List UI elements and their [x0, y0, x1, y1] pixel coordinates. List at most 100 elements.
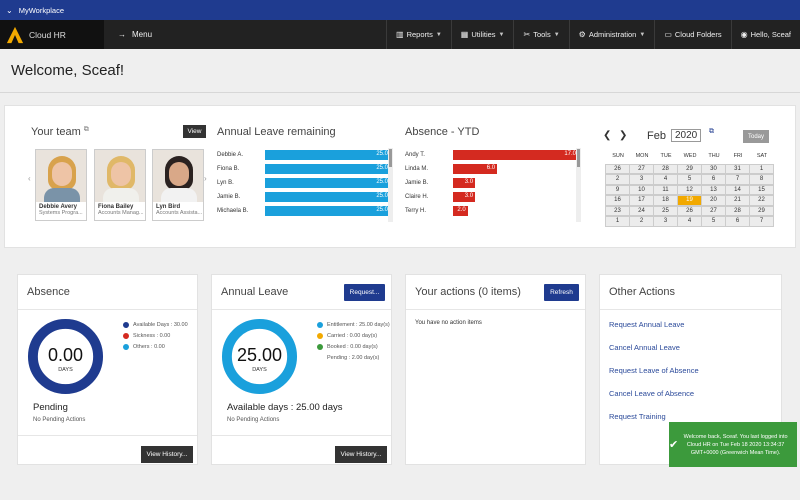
- legend-dot: [317, 355, 323, 361]
- chevron-down-icon[interactable]: ⌄: [6, 6, 13, 15]
- calendar-day[interactable]: 14: [725, 184, 750, 195]
- calendar-day[interactable]: 1: [749, 163, 774, 174]
- calendar-day[interactable]: 30: [701, 163, 726, 174]
- calendar-year-select[interactable]: 2020: [671, 129, 702, 142]
- calendar-day[interactable]: 13: [701, 184, 726, 195]
- calendar-day[interactable]: 1: [605, 216, 630, 227]
- calendar-day-today[interactable]: 19: [677, 195, 702, 206]
- calendar-day[interactable]: 4: [653, 174, 678, 185]
- team-member-card[interactable]: Lyn Bird Accounts Assista...: [152, 149, 204, 221]
- bar[interactable]: 25.0: [265, 150, 390, 160]
- calendar-day[interactable]: 9: [605, 184, 630, 195]
- nav-user[interactable]: ◉ Hello, Sceaf: [730, 20, 800, 49]
- team-member-card[interactable]: Debbie Avery Systems Progra...: [35, 149, 87, 221]
- calendar-day[interactable]: 6: [725, 216, 750, 227]
- calendar-day[interactable]: 17: [629, 195, 654, 206]
- bar[interactable]: 6.0: [453, 164, 498, 174]
- calendar-day[interactable]: 16: [605, 195, 630, 206]
- team-member-card[interactable]: Fiona Bailey Accounts Manag...: [94, 149, 146, 221]
- calendar-day[interactable]: 10: [629, 184, 654, 195]
- legend-dot: [123, 343, 129, 350]
- calendar-day[interactable]: 3: [653, 216, 678, 227]
- brand[interactable]: Cloud HR: [0, 20, 104, 49]
- chevron-down-icon: ▼: [498, 31, 505, 38]
- calendar-day[interactable]: 5: [701, 216, 726, 227]
- chevron-right-icon[interactable]: ❯: [619, 130, 627, 141]
- chevron-left-icon[interactable]: ❮: [603, 130, 611, 141]
- calendar-day[interactable]: 29: [677, 163, 702, 174]
- calendar-day[interactable]: 15: [749, 184, 774, 195]
- bar[interactable]: 2.0: [453, 206, 468, 216]
- member-role: Systems Progra...: [39, 210, 83, 216]
- chevron-left-icon[interactable]: ‹: [28, 174, 31, 183]
- external-link-icon[interactable]: ⧉: [84, 126, 89, 133]
- calendar-day[interactable]: 26: [677, 205, 702, 216]
- view-history-button[interactable]: View History...: [141, 446, 193, 463]
- nav-tools[interactable]: ✂ Tools ▼: [513, 20, 568, 49]
- calendar-day[interactable]: 31: [725, 163, 750, 174]
- calendar-day[interactable]: 27: [629, 163, 654, 174]
- bar[interactable]: 3.0: [453, 192, 476, 202]
- refresh-button[interactable]: Refresh: [544, 284, 579, 301]
- calendar-day[interactable]: 7: [725, 174, 750, 185]
- absence-bar-list: Andy T. 17.0 Linda M. 6.0 Jamie B. 3.0 Claire …: [405, 148, 577, 222]
- view-history-button[interactable]: View History...: [335, 446, 387, 463]
- cancel-leave-of-absence-link[interactable]: Cancel Leave of Absence: [609, 389, 694, 398]
- calendar-day[interactable]: 4: [677, 216, 702, 227]
- calendar-day[interactable]: 29: [749, 205, 774, 216]
- shoulders-shape: [161, 188, 197, 202]
- calendar-day[interactable]: 5: [677, 174, 702, 185]
- nav-administration[interactable]: ⚙ Administration ▼: [568, 20, 655, 49]
- calendar-day[interactable]: 28: [653, 163, 678, 174]
- nav-utilities[interactable]: ▦ Utilities ▼: [450, 20, 514, 49]
- bar[interactable]: 25.0: [265, 206, 390, 216]
- member-name: Lyn Bird: [156, 204, 181, 210]
- bar[interactable]: 3.0: [453, 178, 476, 188]
- calendar-day[interactable]: 7: [749, 216, 774, 227]
- menu-button[interactable]: → Menu: [104, 20, 152, 49]
- calendar-day[interactable]: 27: [701, 205, 726, 216]
- calendar-day[interactable]: 25: [653, 205, 678, 216]
- cancel-annual-leave-link[interactable]: Cancel Annual Leave: [609, 343, 680, 352]
- nav-reports[interactable]: ▥ Reports ▼: [386, 20, 451, 49]
- external-link-icon[interactable]: ⧉: [709, 128, 714, 136]
- calendar-day[interactable]: 18: [653, 195, 678, 206]
- calendar-weekday: SAT: [756, 153, 768, 159]
- nav-cloud-folders[interactable]: ▭ Cloud Folders: [654, 20, 730, 49]
- request-leave-of-absence-link[interactable]: Request Leave of Absence: [609, 366, 699, 375]
- calendar-day[interactable]: 23: [605, 205, 630, 216]
- request-button[interactable]: Request...: [344, 284, 385, 301]
- calendar-day[interactable]: 11: [653, 184, 678, 195]
- calendar-day[interactable]: 28: [725, 205, 750, 216]
- workplace-label[interactable]: MyWorkplace: [19, 6, 64, 15]
- empty-message: You have no action items: [415, 320, 482, 326]
- bar[interactable]: 25.0: [265, 178, 390, 188]
- calendar-day[interactable]: 2: [605, 174, 630, 185]
- today-button[interactable]: Today: [743, 130, 769, 143]
- calendar-day[interactable]: 8: [749, 174, 774, 185]
- bar[interactable]: 25.0: [265, 164, 390, 174]
- bar[interactable]: 25.0: [265, 192, 390, 202]
- view-team-button[interactable]: View: [183, 125, 206, 138]
- calendar-day[interactable]: 6: [701, 174, 726, 185]
- bar-row: Debbie A. 25.0: [217, 148, 392, 162]
- calendar-day[interactable]: 22: [749, 195, 774, 206]
- calendar-day[interactable]: 3: [629, 174, 654, 185]
- calendar-day[interactable]: 12: [677, 184, 702, 195]
- bar[interactable]: 17.0: [453, 150, 577, 160]
- calendar-weekday: THU: [708, 153, 720, 159]
- calendar-day[interactable]: 26: [605, 163, 630, 174]
- request-annual-leave-link[interactable]: Request Annual Leave: [609, 320, 684, 329]
- chevron-right-icon[interactable]: ›: [204, 174, 207, 183]
- request-training-link[interactable]: Request Training: [609, 412, 666, 421]
- calendar: ❮ ❯ Feb 2020 ⧉ Today SUN MON TUE WED THU FRI S…: [601, 126, 774, 227]
- legend-dot: [123, 321, 129, 328]
- scrollbar[interactable]: [388, 148, 393, 222]
- calendar-day[interactable]: 24: [629, 205, 654, 216]
- calendar-day[interactable]: 20: [701, 195, 726, 206]
- welcome-toast[interactable]: ✔ Welcome back, Sceaf. You last logged i…: [669, 422, 797, 467]
- divider: [18, 435, 197, 436]
- calendar-day[interactable]: 2: [629, 216, 654, 227]
- scrollbar[interactable]: [576, 148, 581, 222]
- calendar-day[interactable]: 21: [725, 195, 750, 206]
